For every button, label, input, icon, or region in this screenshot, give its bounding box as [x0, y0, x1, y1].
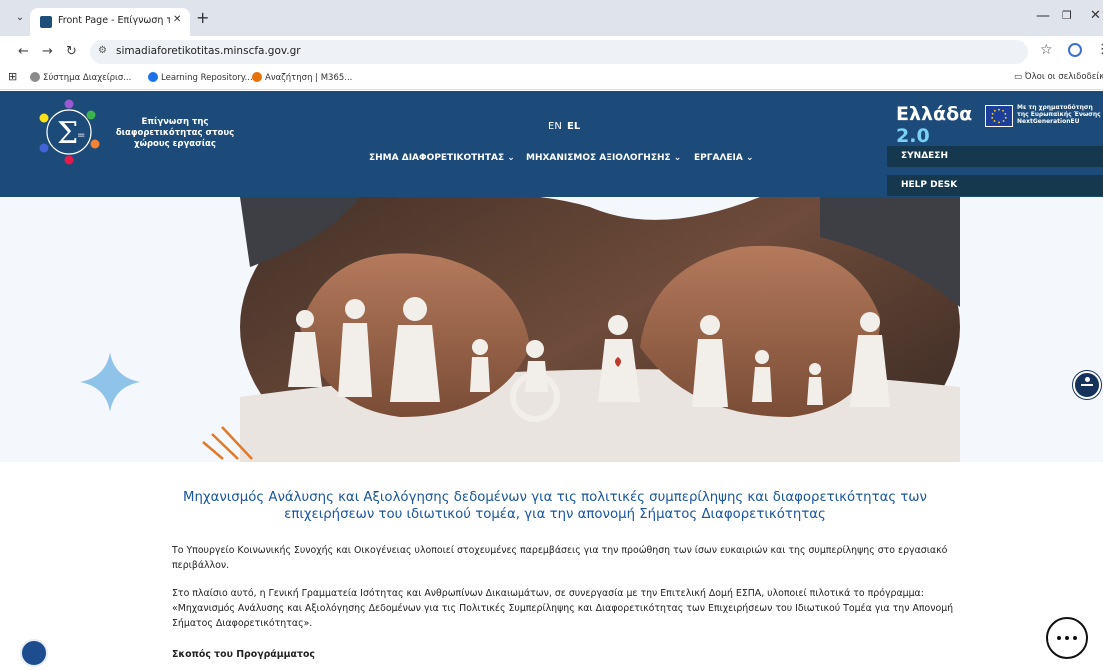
- forward-icon[interactable]: →: [42, 44, 53, 60]
- tab-title: Front Page - Επίγνωση της διαφ: [58, 15, 170, 26]
- profile-avatar-icon[interactable]: [1068, 43, 1082, 57]
- eu-funding-text: Με τη χρηματοδότηση της Ευρωπαϊκής Ένωση…: [1017, 104, 1101, 125]
- tab-list-dropdown-icon[interactable]: ⌄: [10, 9, 30, 27]
- svg-text:Σ: Σ: [57, 116, 78, 151]
- accessibility-icon[interactable]: [1073, 371, 1101, 399]
- window-restore-icon[interactable]: ❐: [1062, 9, 1072, 22]
- window-minimize-icon[interactable]: —: [1036, 8, 1050, 24]
- site-favicon-icon: [40, 16, 52, 28]
- new-tab-icon[interactable]: +: [196, 9, 209, 27]
- tab-close-icon[interactable]: ✕: [173, 14, 181, 25]
- address-url[interactable]: simadiaforetikotitas.minscfa.gov.gr: [116, 45, 301, 57]
- browser-menu-icon[interactable]: ⋮: [1096, 42, 1103, 57]
- folder-icon: ▭: [1014, 72, 1025, 82]
- globe-icon: [30, 72, 40, 82]
- apps-grid-icon[interactable]: ⊞: [8, 70, 17, 83]
- login-link[interactable]: ΣΥΝΔΕΣΗ: [887, 146, 1103, 167]
- lang-el-link[interactable]: EL: [567, 121, 580, 132]
- site-logo-text[interactable]: Επίγνωση της διαφορετικότητας στους χώρο…: [100, 117, 250, 150]
- lang-en-link[interactable]: EN: [548, 121, 562, 132]
- reload-icon[interactable]: ↻: [66, 44, 77, 60]
- bookmarks-bar: ⊞ Σύστημα Διαχείρισ... Learning Reposito…: [0, 68, 1103, 90]
- nav-item-evaluation-mechanism[interactable]: ΜΗΧΑΝΙΣΜΟΣ ΑΞΙΟΛΟΓΗΣΗΣ ⌄: [526, 153, 681, 163]
- learning-repository-icon: [148, 72, 158, 82]
- browser-tab-active[interactable]: Front Page - Επίγνωση της διαφ ✕: [30, 8, 190, 36]
- greece-2-logo[interactable]: Ελλάδα 2.0 ΕΘΝΙΚΟ ΣΧΕΔΙΟ ΑΝΑΚΑΜΨΗΣ ΚΑΙ Α…: [896, 103, 981, 156]
- nav-item-diversity-label[interactable]: ΣΗΜΑ ΔΙΑΦΟΡΕΤΙΚΟΤΗΤΑΣ ⌄: [369, 153, 515, 163]
- section-subheading: Σκοπός του Προγράμματος: [172, 649, 315, 660]
- bookmark-item[interactable]: Learning Repository...: [148, 72, 253, 83]
- all-bookmarks-folder[interactable]: ▭ Όλοι οι σελιδοδείκτες: [1014, 72, 1103, 82]
- address-bar[interactable]: ⚙ simadiaforetikotitas.minscfa.gov.gr: [90, 40, 1028, 64]
- hero-illustration: [80, 197, 960, 462]
- bookmark-star-icon[interactable]: ☆: [1040, 42, 1053, 58]
- eu-flag-icon: [985, 105, 1013, 127]
- svg-text:=: =: [77, 130, 85, 141]
- cookie-settings-icon[interactable]: [20, 639, 48, 667]
- program-paragraph: Στο πλαίσιο αυτό, η Γενική Γραμματεία Ισ…: [172, 588, 954, 629]
- page-title: Μηχανισμός Ανάλυσης και Αξιολόγησης δεδο…: [183, 490, 927, 522]
- intro-paragraph: Το Υπουργείο Κοινωνικής Συνοχής και Οικο…: [172, 545, 948, 571]
- help-desk-link[interactable]: HELP DESK: [887, 175, 1103, 196]
- site-info-icon[interactable]: ⚙: [98, 45, 107, 56]
- browser-toolbar: ← → ↻ ⚙ simadiaforetikotitas.minscfa.gov…: [0, 36, 1103, 68]
- hero-banner: [0, 197, 1103, 462]
- nav-item-tools[interactable]: ΕΡΓΑΛΕΙΑ ⌄: [694, 153, 754, 163]
- bookmark-item[interactable]: Σύστημα Διαχείρισ...: [30, 72, 131, 83]
- back-icon[interactable]: ←: [18, 44, 29, 60]
- bookmark-item[interactable]: Αναζήτηση | M365...: [252, 72, 352, 83]
- browser-tab-strip: ⌄ Front Page - Επίγνωση της διαφ ✕ + — ❐…: [0, 0, 1103, 36]
- window-close-icon[interactable]: ✕: [1090, 8, 1101, 23]
- chat-icon[interactable]: [1046, 617, 1088, 659]
- sigma-logo-icon[interactable]: Σ =: [35, 98, 103, 166]
- language-switcher: EN EL: [548, 121, 580, 132]
- m365-icon: [252, 72, 262, 82]
